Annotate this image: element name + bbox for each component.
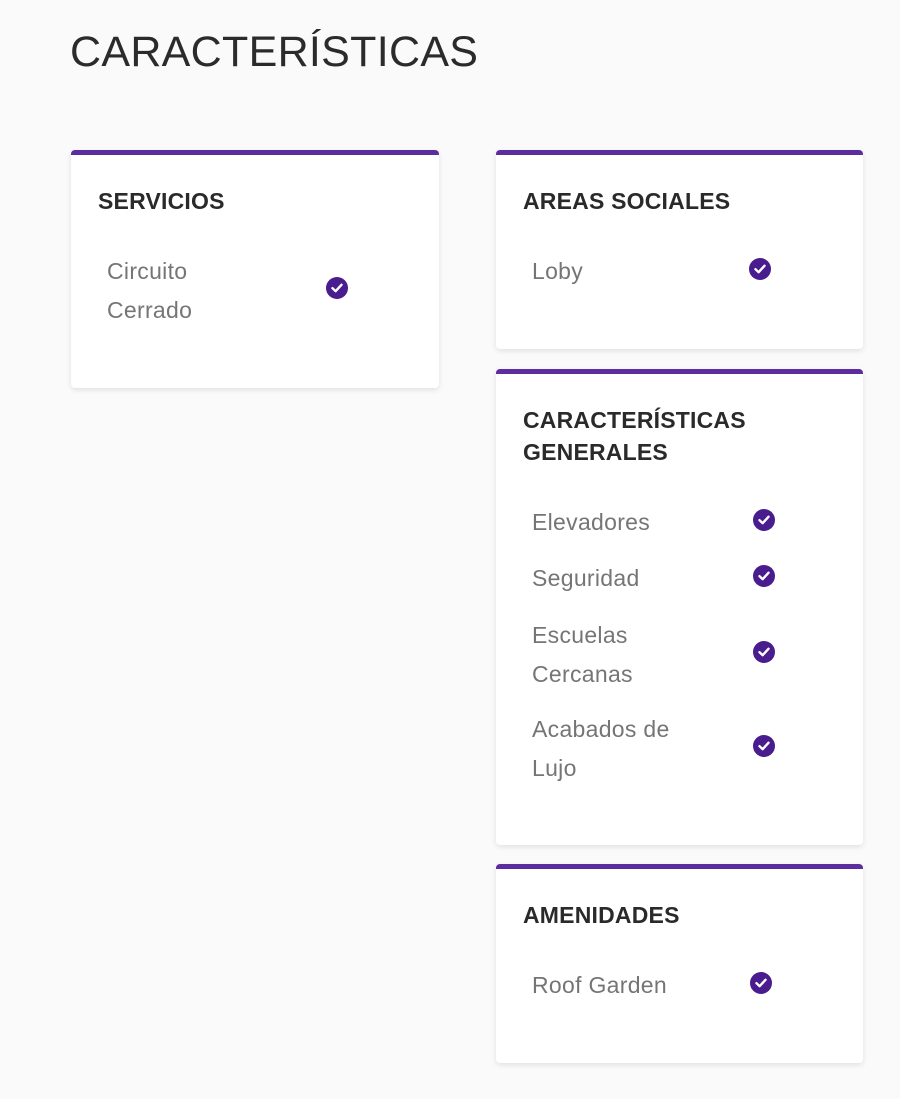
feature-label: Seguridad xyxy=(532,565,640,591)
check-circle-icon xyxy=(753,735,775,757)
check-circle-icon xyxy=(326,277,348,299)
check-circle-icon xyxy=(753,509,775,531)
feature-item-elevadores: Elevadores xyxy=(532,503,650,542)
feature-label: Escuelas Cercanas xyxy=(532,622,633,687)
feature-item-circuito-cerrado: Circuito Cerrado xyxy=(107,252,257,330)
feature-label: Elevadores xyxy=(532,509,651,535)
card-amenidades: AMENIDADES Roof Garden xyxy=(496,864,863,1063)
check-circle-icon xyxy=(753,641,775,663)
feature-label: Loby xyxy=(532,258,584,284)
card-title: SERVICIOS xyxy=(98,188,225,214)
card-servicios: SERVICIOS Circuito Cerrado xyxy=(71,150,439,388)
card-title: AREAS SOCIALES xyxy=(523,188,731,214)
check-circle-icon xyxy=(753,565,775,587)
check-circle-icon xyxy=(749,258,771,280)
feature-label: Acabados de Lujo xyxy=(532,716,670,781)
page-title: CARACTERÍSTICAS xyxy=(70,28,479,76)
feature-item-acabados-de-lujo: Acabados de Lujo xyxy=(532,710,692,788)
feature-item-roof-garden: Roof Garden xyxy=(532,966,667,1005)
card-title: CARACTERÍSTICAS GENERALES xyxy=(523,407,746,465)
feature-item-seguridad: Seguridad xyxy=(532,559,640,598)
feature-label: Circuito Cerrado xyxy=(107,258,193,323)
feature-label: Roof Garden xyxy=(532,972,667,998)
feature-item-loby: Loby xyxy=(532,252,583,291)
card-title: AMENIDADES xyxy=(523,902,680,928)
feature-item-escuelas-cercanas: Escuelas Cercanas xyxy=(532,616,682,694)
check-circle-icon xyxy=(750,972,772,994)
card-caracteristicas-generales: CARACTERÍSTICAS GENERALES Elevadores Seg… xyxy=(496,369,863,845)
card-areas-sociales: AREAS SOCIALES Loby xyxy=(496,150,863,349)
